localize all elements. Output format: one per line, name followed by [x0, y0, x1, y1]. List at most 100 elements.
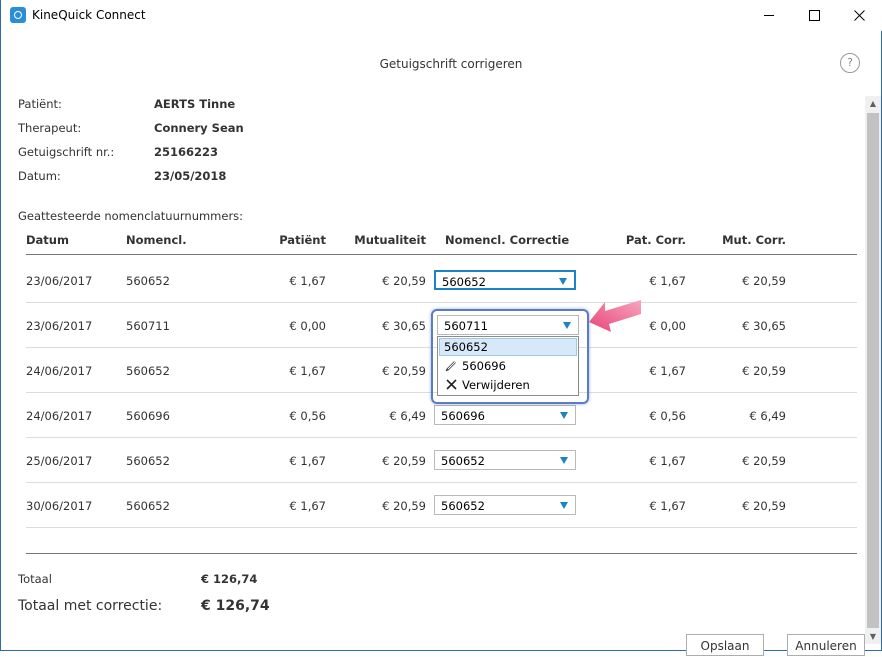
correction-select-value: 560652 [442, 275, 486, 289]
close-window-button[interactable] [836, 0, 882, 31]
correction-select-value: 560652 [441, 454, 485, 468]
row-datum: 23/06/2017 [26, 319, 93, 333]
app-logo-icon [10, 7, 26, 23]
dropdown-option-label: 560652 [444, 340, 488, 354]
row-datum: 30/06/2017 [26, 499, 93, 513]
chevron-down-icon[interactable] [560, 412, 568, 419]
row-patient: € 0,56 [289, 409, 326, 423]
scrollbar-thumb[interactable] [867, 113, 879, 628]
cert-number-label: Getuigschrift nr.: [18, 145, 115, 159]
help-icon[interactable]: ? [840, 53, 860, 73]
dialog-title: Getuigschrift corrigeren [379, 57, 523, 71]
column-header-correctie: Nomencl. Correctie [445, 233, 570, 247]
dropdown-option[interactable]: 560652 [439, 338, 577, 356]
table-bottom-divider [26, 553, 857, 554]
date-value: 23/05/2018 [154, 169, 227, 183]
column-header-pat-corr: Pat. Corr. [625, 233, 686, 247]
correction-select[interactable]: 560652 [434, 270, 576, 290]
section-label: Geattesteerde nomenclatuurnummers: [18, 209, 244, 223]
pointer-arrow-icon [589, 300, 641, 332]
app-window: KineQuick Connect Getuigschrift corriger… [0, 0, 882, 656]
cancel-button[interactable]: Annuleren [787, 634, 865, 656]
column-header-mutualiteit: Mutualiteit [354, 233, 426, 247]
row-mutualiteit: € 6,49 [389, 409, 426, 423]
correction-select[interactable]: 560652 [434, 450, 576, 470]
correction-select-open[interactable]: 560711 [437, 315, 579, 335]
column-header-mut-corr: Mut. Corr. [722, 233, 786, 247]
cert-number-value: 25166223 [154, 145, 219, 159]
therapist-value: Connery Sean [154, 121, 244, 135]
row-patient: € 0,00 [289, 319, 326, 333]
row-nomencl: 560652 [126, 364, 170, 378]
row-mut-corr: € 20,59 [742, 499, 786, 513]
correction-select[interactable]: 560696 [434, 405, 576, 425]
row-pat-corr: € 0,56 [649, 409, 686, 423]
patient-value: AERTS Tinne [154, 97, 236, 111]
patient-label: Patiënt: [18, 97, 62, 111]
row-patient: € 1,67 [289, 274, 326, 288]
row-datum: 24/06/2017 [26, 364, 93, 378]
dropdown-option[interactable]: Verwijderen [439, 376, 577, 394]
header-divider [26, 254, 857, 255]
row-divider [26, 302, 857, 303]
row-divider [26, 437, 857, 438]
row-mut-corr: € 30,65 [742, 319, 786, 333]
scroll-up-icon[interactable]: ▲ [865, 96, 881, 112]
row-nomencl: 560711 [126, 319, 170, 333]
row-datum: 25/06/2017 [26, 454, 93, 468]
close-icon [853, 9, 865, 21]
close-icon [446, 379, 457, 390]
row-pat-corr: € 1,67 [649, 274, 686, 288]
chevron-down-icon[interactable] [559, 278, 567, 285]
row-patient: € 1,67 [289, 454, 326, 468]
minimize-button[interactable] [746, 0, 792, 31]
row-pat-corr: € 1,67 [649, 364, 686, 378]
row-patient: € 1,67 [289, 364, 326, 378]
chevron-down-icon[interactable] [560, 457, 568, 464]
row-mut-corr: € 20,59 [742, 454, 786, 468]
row-mutualiteit: € 20,59 [382, 274, 426, 288]
pencil-icon [445, 361, 456, 372]
column-header-nomencl: Nomencl. [126, 233, 187, 247]
row-mutualiteit: € 20,59 [382, 454, 426, 468]
scroll-down-icon[interactable]: ▼ [865, 629, 881, 645]
row-mutualiteit: € 20,59 [382, 364, 426, 378]
row-pat-corr: € 1,67 [649, 454, 686, 468]
dropdown-menu: 560652 560696 Verwijderen [437, 336, 579, 396]
totaal-met-correctie-value: € 126,74 [201, 598, 270, 614]
row-divider [26, 482, 857, 483]
correction-select-value: 560652 [441, 499, 485, 513]
save-button[interactable]: Opslaan [686, 634, 764, 656]
maximize-icon [808, 9, 820, 21]
row-nomencl: 560652 [126, 454, 170, 468]
therapist-label: Therapeut: [18, 121, 82, 135]
row-mut-corr: € 20,59 [742, 274, 786, 288]
dropdown-option-label: Verwijderen [462, 378, 530, 392]
row-divider [26, 527, 857, 528]
row-datum: 24/06/2017 [26, 409, 93, 423]
correction-select-value: 560696 [441, 409, 485, 423]
row-patient: € 1,67 [289, 499, 326, 513]
app-title: KineQuick Connect [32, 8, 146, 22]
column-header-patient: Patiënt [279, 233, 326, 247]
row-datum: 23/06/2017 [26, 274, 93, 288]
correction-select-value: 560711 [444, 319, 488, 333]
row-mutualiteit: € 30,65 [382, 319, 426, 333]
chevron-down-icon[interactable] [560, 502, 568, 509]
totaal-label: Totaal [18, 572, 52, 586]
row-mutualiteit: € 20,59 [382, 499, 426, 513]
row-nomencl: 560696 [126, 409, 170, 423]
row-mut-corr: € 6,49 [749, 409, 786, 423]
correction-select[interactable]: 560652 [434, 495, 576, 515]
column-header-datum: Datum [26, 233, 69, 247]
chevron-down-icon[interactable] [563, 322, 571, 329]
date-label: Datum: [18, 169, 61, 183]
maximize-button[interactable] [791, 0, 837, 31]
dropdown-option[interactable]: 560696 [439, 357, 577, 375]
title-bar: KineQuick Connect [1, 0, 882, 31]
totaal-met-correctie-label: Totaal met correctie: [18, 598, 163, 614]
totaal-value: € 126,74 [201, 572, 258, 586]
minimize-icon [764, 14, 774, 16]
row-pat-corr: € 1,67 [649, 499, 686, 513]
dropdown-option-label: 560696 [462, 359, 506, 373]
